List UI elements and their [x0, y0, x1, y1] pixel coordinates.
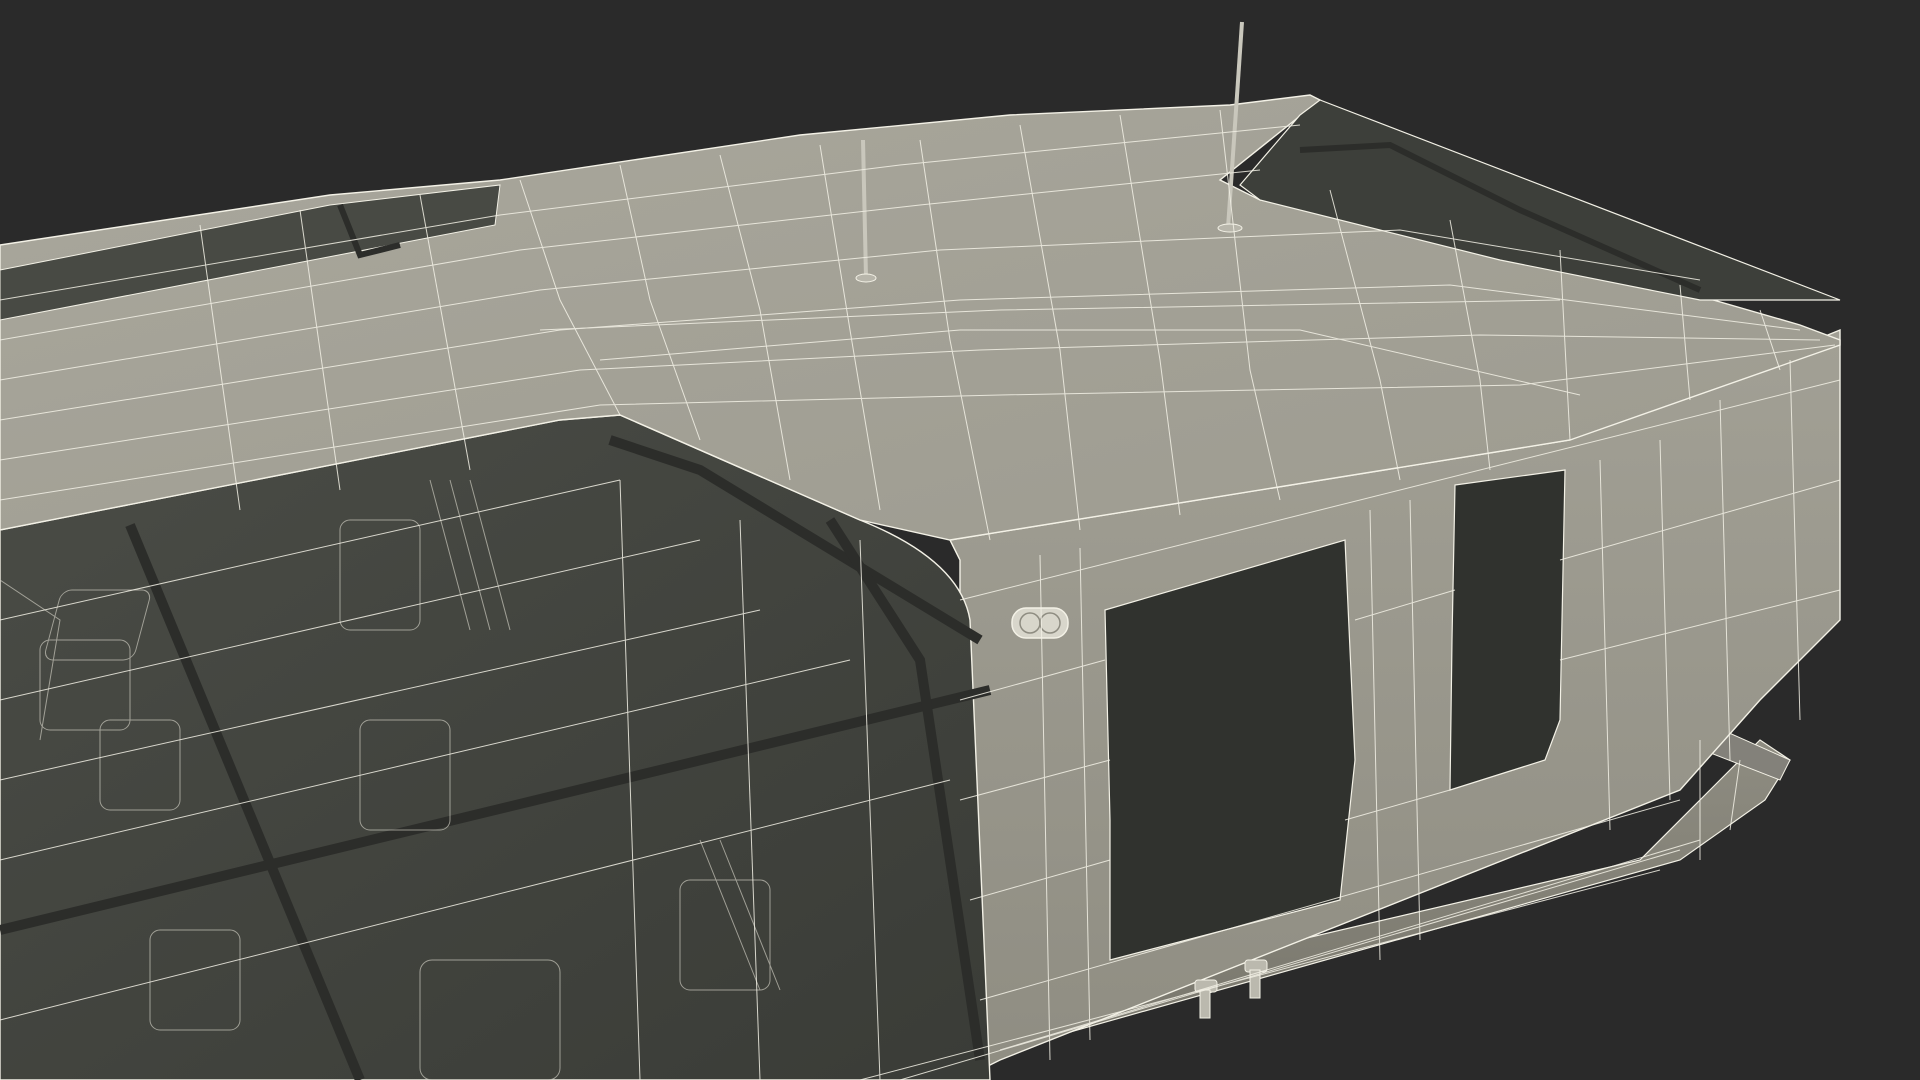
antenna-base-2: [855, 273, 877, 283]
side-glazing: [0, 414, 991, 1080]
side-window-2: [1449, 469, 1566, 791]
antenna-base-1: [1217, 223, 1243, 233]
boat-render: [0, 0, 1920, 1080]
side-window-1: [1104, 539, 1356, 961]
viewport: [0, 0, 1920, 1080]
side-lamp: [1011, 607, 1069, 639]
